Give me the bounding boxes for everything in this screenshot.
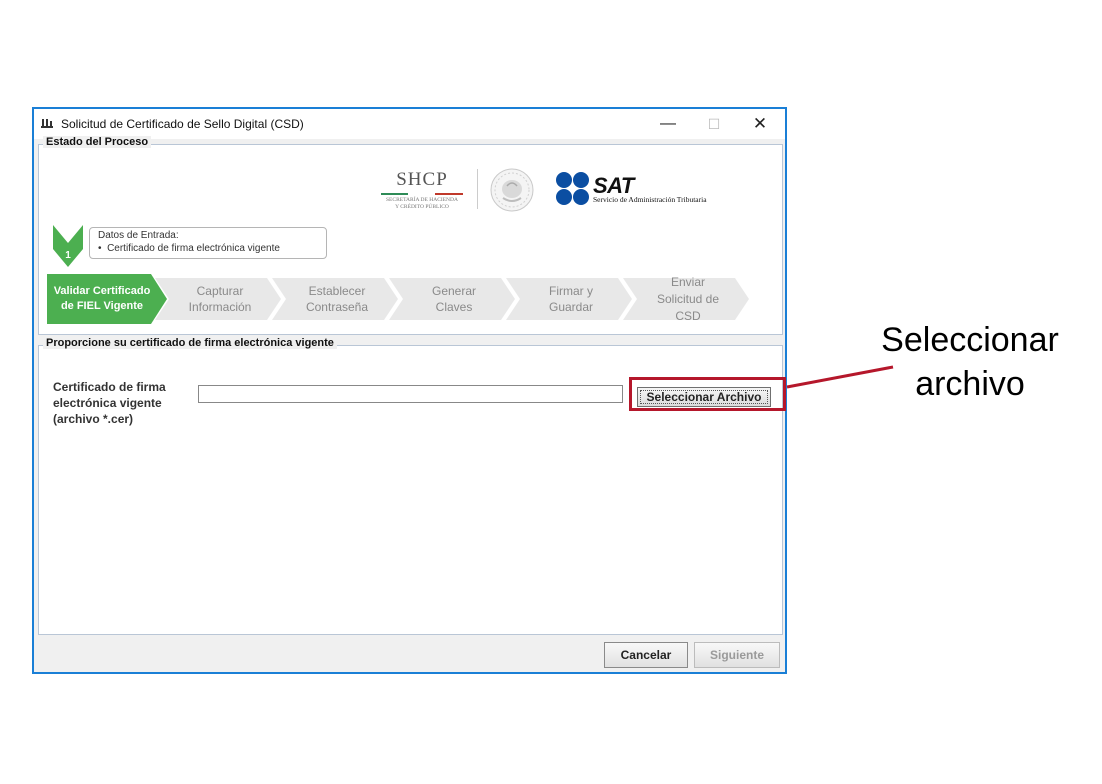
callout-line-1: Seleccionar xyxy=(881,321,1059,359)
callout-label: Seleccionar archivo xyxy=(870,318,1070,406)
callout-line-2: archivo xyxy=(915,365,1025,403)
